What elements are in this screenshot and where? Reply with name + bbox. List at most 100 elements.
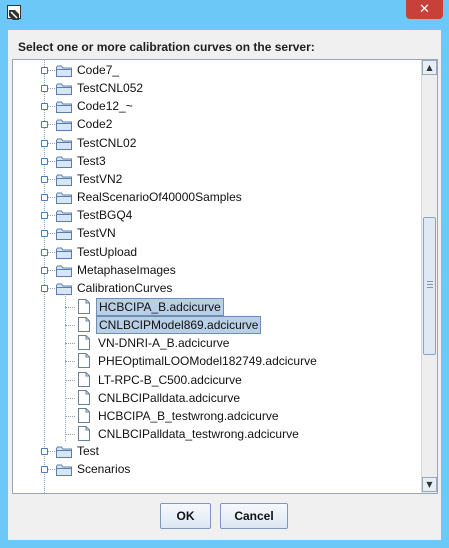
scroll-up-button[interactable]: ▲	[422, 60, 437, 75]
expand-knob-icon[interactable]	[41, 230, 48, 238]
tree-file-label: LT-RPC-B_C500.adcicurve	[98, 372, 242, 387]
tree-file-row[interactable]: HCBCIPA_B.adcicurve	[13, 297, 421, 316]
tree-folder-row[interactable]: RealScenarioOf40000Samples	[13, 188, 421, 206]
scrollbar-thumb[interactable]	[423, 217, 436, 355]
expand-knob-icon[interactable]	[41, 194, 48, 202]
dialog-content: Select one or more calibration curves on…	[8, 30, 441, 540]
thumb-grip-line	[427, 284, 433, 285]
tree-connector-line	[65, 379, 75, 381]
tree-file-row[interactable]: LT-RPC-B_C500.adcicurve	[13, 371, 421, 389]
file-icon	[78, 317, 90, 333]
folder-icon	[56, 191, 72, 205]
folder-icon	[56, 246, 72, 259]
tree-folder-label: TestCNL052	[77, 81, 144, 96]
tree-folder-label: RealScenarioOf40000Samples	[77, 190, 242, 205]
thumb-grip-line	[427, 281, 433, 282]
file-icon	[78, 426, 90, 441]
tree-connector-line	[65, 325, 75, 327]
tree-file-row[interactable]: CNLBCIPalldata_testwrong.adcicurve	[13, 425, 421, 443]
expand-knob-icon[interactable]	[41, 448, 48, 456]
tree-file-label: CNLBCIPalldata.adcicurve	[98, 390, 241, 405]
tree-connector-line	[65, 434, 75, 435]
expand-knob-icon[interactable]	[41, 139, 48, 147]
folder-icon	[56, 137, 72, 150]
tree-folder-label: TestVN	[77, 226, 116, 241]
tree-file-row[interactable]: VN-DNRI-A_B.adcicurve	[13, 334, 421, 352]
tree-folder-label: TestBGQ4	[77, 208, 133, 223]
expand-knob-icon[interactable]	[41, 121, 48, 129]
folder-icon	[56, 155, 72, 168]
expand-knob-icon[interactable]	[41, 67, 48, 74]
tree-folder-row[interactable]: CalibrationCurves	[13, 279, 421, 297]
tree-folder-label: Test	[77, 444, 100, 459]
tree-file-label: HCBCIPA_B_testwrong.adcicurve	[98, 408, 279, 423]
tree-file-row[interactable]: HCBCIPA_B_testwrong.adcicurve	[13, 407, 421, 425]
file-icon	[78, 389, 90, 405]
tree-file-label: CNLBCIPModel869.adcicurve	[96, 316, 262, 335]
tree-folder-label: MetaphaseImages	[77, 262, 176, 277]
file-icon	[78, 353, 90, 369]
tree-connector-line	[65, 397, 75, 399]
folder-icon	[56, 118, 72, 132]
tree-folder-label: TestCNL02	[77, 135, 137, 150]
tree-folder-row[interactable]: Code7_	[13, 61, 421, 79]
file-icon	[78, 298, 90, 314]
tree-folder-label: Code12_~	[77, 99, 133, 114]
tree-folder-row[interactable]: TestVN2	[13, 170, 421, 188]
tree-file-label: CNLBCIPalldata_testwrong.adcicurve	[98, 427, 299, 441]
tree-folder-row[interactable]: TestBGQ4	[13, 206, 421, 224]
tree-connector-line	[65, 415, 75, 417]
expand-knob-icon[interactable]	[41, 103, 48, 111]
tree-folder-row[interactable]: Test	[13, 442, 421, 460]
folder-icon	[56, 445, 72, 459]
tree-folder-row[interactable]: TestUpload	[13, 243, 421, 261]
tree-connector-line	[65, 293, 66, 441]
tree-folder-row[interactable]: TestVN	[13, 224, 421, 242]
expand-knob-icon[interactable]	[41, 157, 48, 165]
tree-folder-row[interactable]: TestCNL052	[13, 79, 421, 97]
expand-knob-icon[interactable]	[41, 266, 48, 274]
file-icon	[78, 335, 90, 351]
tree-connector-line	[65, 306, 75, 308]
tree-folder-label: CalibrationCurves	[77, 280, 173, 295]
tree-folder-row[interactable]: Code2	[13, 115, 421, 133]
expand-knob-icon[interactable]	[41, 85, 48, 93]
tree-folder-label: TestUpload	[77, 244, 138, 259]
tree-folder-row[interactable]: Scenarios	[13, 460, 421, 478]
tree-folder-label: Test3	[77, 153, 106, 168]
scroll-down-button[interactable]: ▼	[422, 477, 437, 492]
tree-file-row[interactable]: CNLBCIPModel869.adcicurve	[13, 316, 421, 335]
tree-file-row[interactable]: PHEOptimalLOOModel182749.adcicurve	[13, 352, 421, 370]
expand-knob-icon[interactable]	[41, 248, 48, 256]
expand-knob-icon[interactable]	[41, 175, 48, 183]
file-icon	[78, 371, 90, 387]
tree-folder-row[interactable]: Code12_~	[13, 97, 421, 115]
tree-folder-row[interactable]: TestCNL02	[13, 134, 421, 152]
dialog-prompt: Select one or more calibration curves on…	[18, 40, 315, 54]
thumb-grip-line	[427, 287, 433, 288]
title-bar[interactable]: ✕	[0, 0, 449, 26]
vertical-scrollbar[interactable]: ▲ ▼	[421, 60, 437, 493]
tree-connector-line	[65, 343, 75, 345]
folder-icon	[56, 264, 72, 277]
ok-button[interactable]: OK	[160, 503, 211, 529]
expand-knob-icon[interactable]	[41, 212, 48, 220]
tree-folder-label: TestVN2	[77, 171, 123, 186]
collapse-knob-icon[interactable]	[41, 284, 48, 292]
calibration-curve-tree[interactable]: Code7_ TestCNL052 Code12_~ Code2 TestCNL02 Te…	[13, 60, 421, 493]
close-button[interactable]: ✕	[406, 0, 443, 19]
tree-file-label: HCBCIPA_B.adcicurve	[96, 297, 224, 316]
folder-icon	[56, 463, 72, 477]
folder-icon	[56, 173, 72, 186]
cancel-button[interactable]: Cancel	[220, 503, 288, 529]
tree-folder-row[interactable]: MetaphaseImages	[13, 261, 421, 279]
tree-folder-label: Scenarios	[77, 462, 131, 477]
expand-knob-icon[interactable]	[41, 466, 48, 474]
folder-icon	[56, 209, 72, 223]
folder-icon	[56, 82, 72, 96]
tree-connector-line	[65, 361, 75, 363]
tree-folder-label: Code7_	[77, 63, 120, 77]
tree-folder-row[interactable]: Test3	[13, 152, 421, 170]
folder-icon	[56, 227, 72, 241]
tree-file-row[interactable]: CNLBCIPalldata.adcicurve	[13, 389, 421, 407]
